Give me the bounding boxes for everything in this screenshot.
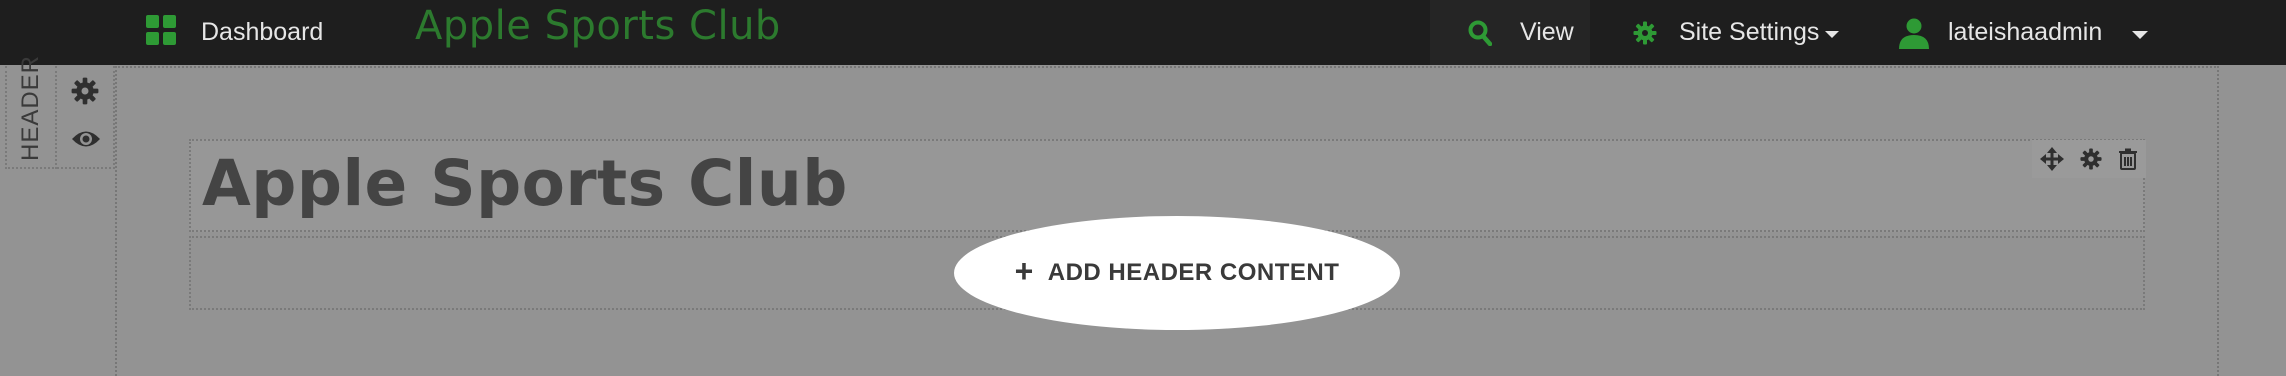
- row-toolbar: [2032, 140, 2146, 178]
- chevron-down-icon: [1825, 31, 1840, 38]
- row-settings-gear-icon[interactable]: [2080, 148, 2102, 170]
- site-settings-menu[interactable]: Site Settings: [1633, 0, 1840, 65]
- chevron-down-icon: [2132, 30, 2149, 39]
- section-settings-gear-icon[interactable]: [71, 77, 99, 105]
- search-icon: [1468, 20, 1492, 46]
- user-menu[interactable]: lateishaadmin: [1898, 0, 2149, 65]
- user-icon: [1899, 18, 1929, 49]
- top-navigation-bar: Dashboard Apple Sports Club View Site Se…: [0, 0, 2286, 65]
- username-label: lateishaadmin: [1948, 18, 2103, 46]
- site-title[interactable]: Apple Sports Club: [415, 0, 781, 56]
- site-settings-label: Site Settings: [1679, 18, 1820, 46]
- plus-icon: +: [1014, 252, 1034, 289]
- header-title: Apple Sports Club: [202, 147, 848, 220]
- section-tools: [57, 66, 115, 169]
- section-label: HEADER: [17, 54, 44, 161]
- section-tab-header[interactable]: HEADER: [5, 55, 57, 169]
- dashboard-label: Dashboard: [201, 18, 324, 46]
- add-header-content-label: ADD HEADER CONTENT: [1047, 259, 1340, 286]
- view-label: View: [1520, 18, 1574, 46]
- gear-icon: [1633, 21, 1657, 44]
- eye-icon[interactable]: [71, 128, 101, 150]
- trash-icon[interactable]: [2118, 148, 2138, 170]
- dashboard-link[interactable]: Dashboard: [146, 0, 323, 65]
- view-button[interactable]: View: [1430, 0, 1590, 65]
- add-header-content-button[interactable]: + ADD HEADER CONTENT: [954, 216, 1400, 330]
- move-icon[interactable]: [2040, 147, 2064, 171]
- dashboard-grid-icon: [146, 14, 176, 45]
